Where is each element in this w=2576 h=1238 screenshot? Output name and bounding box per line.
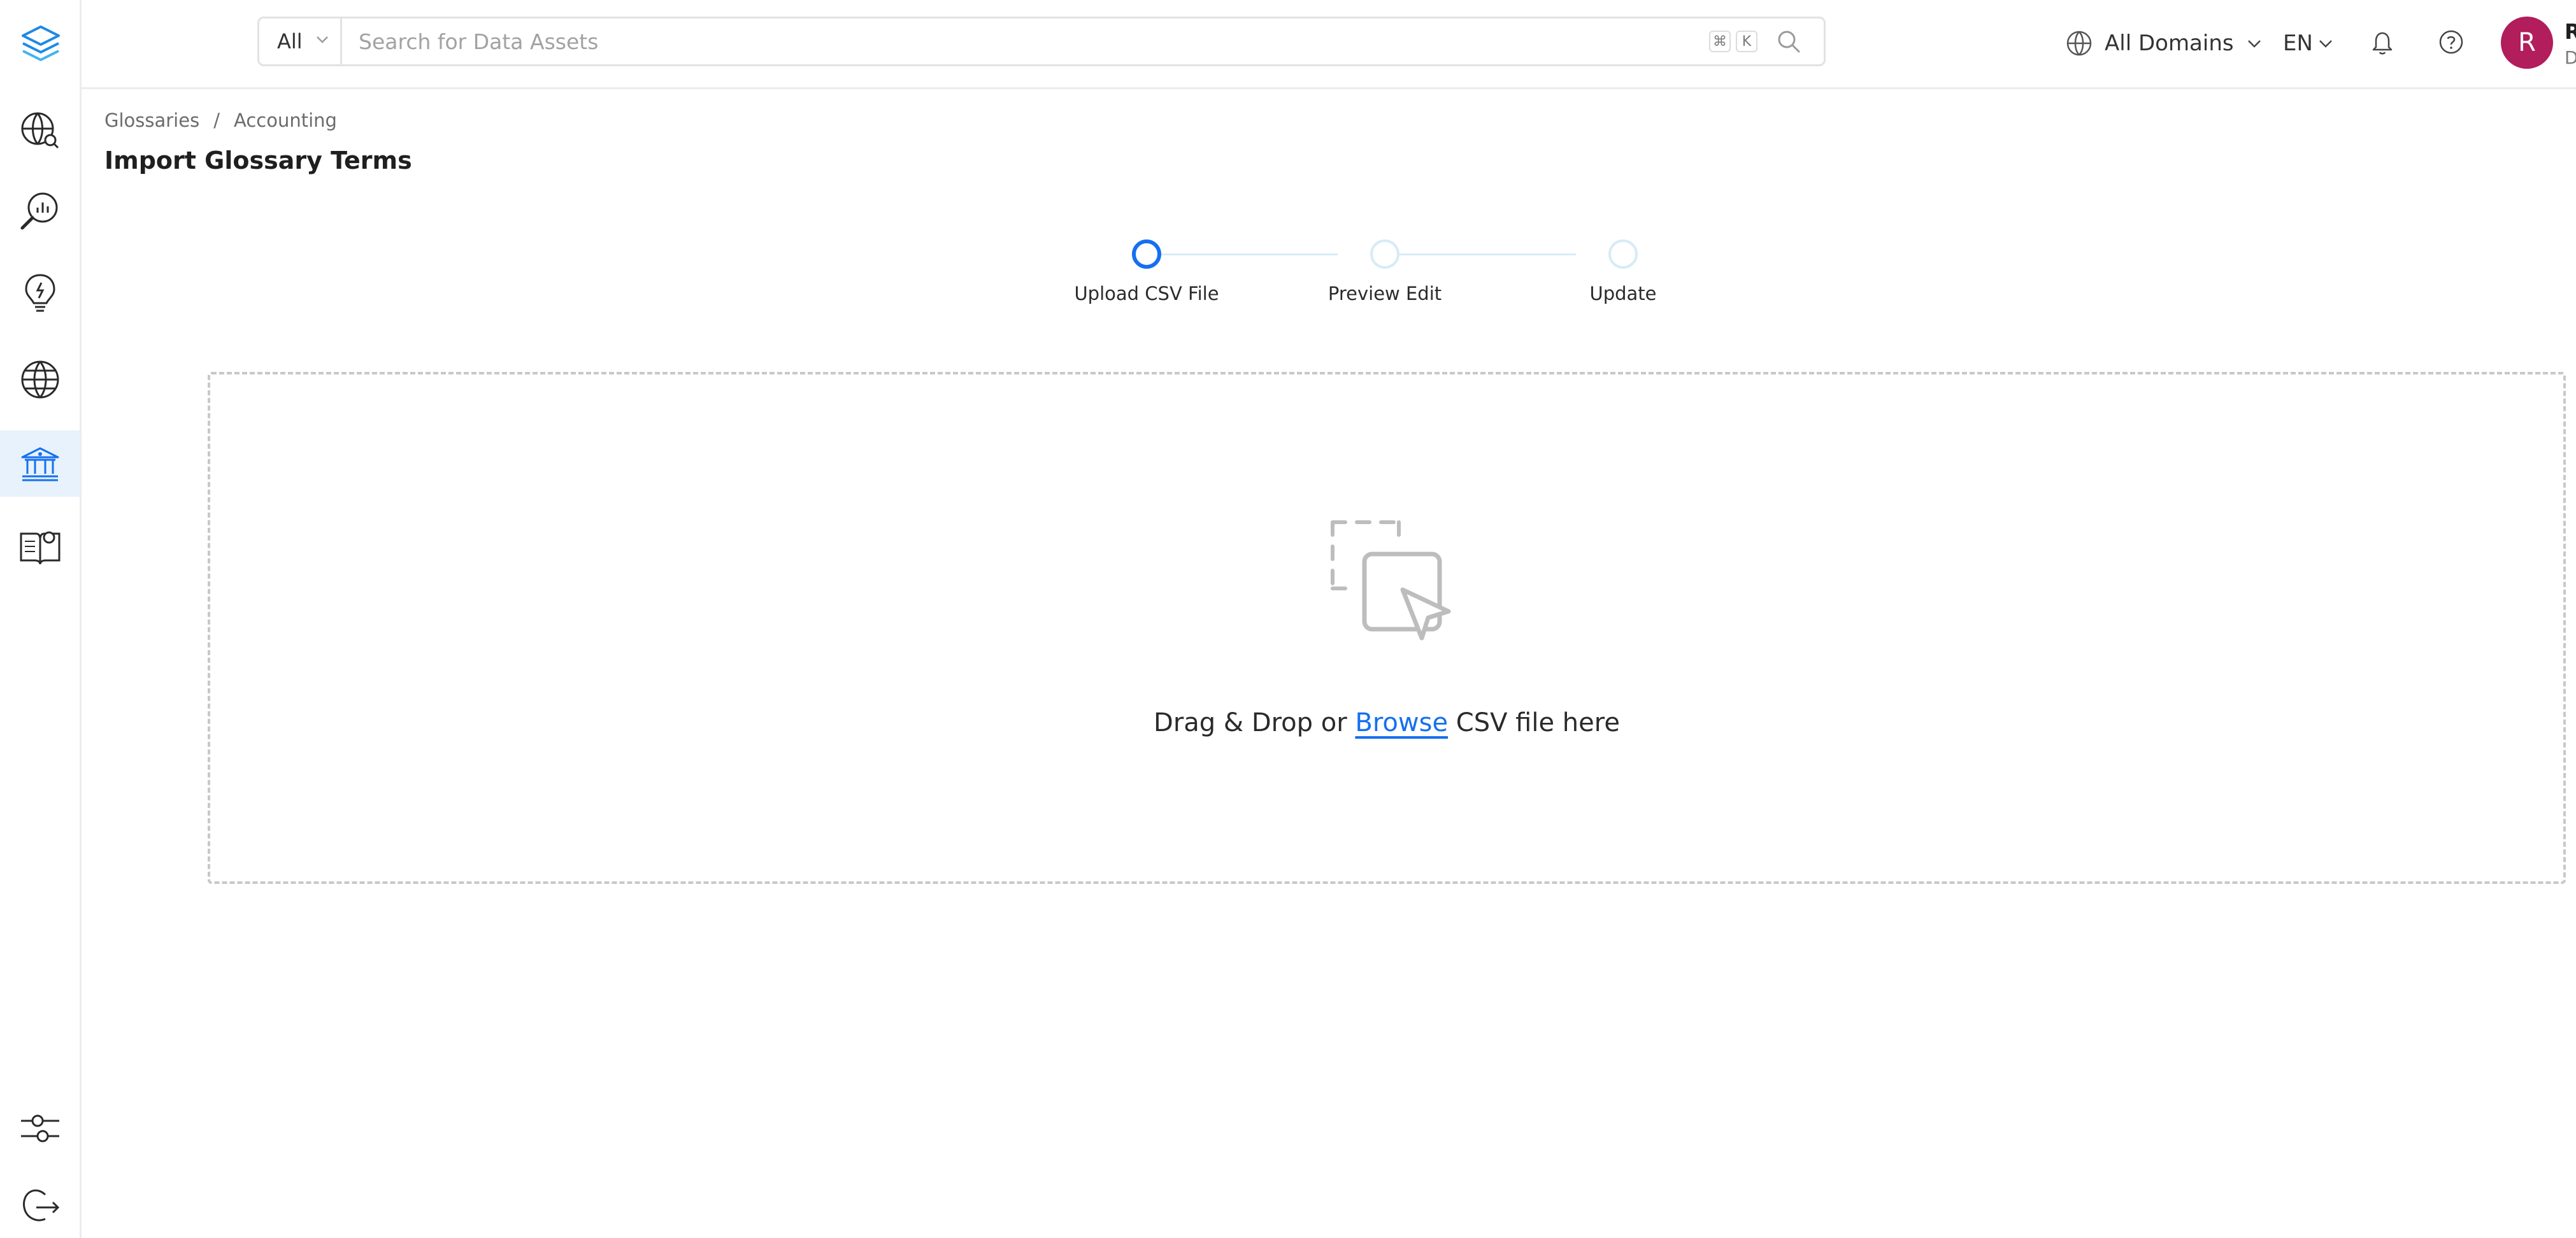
search-input[interactable] <box>342 18 1709 64</box>
sidebar-item-explore[interactable] <box>0 97 80 163</box>
step-update-indicator <box>1608 239 1638 269</box>
breadcrumb-item-glossaries[interactable]: Glossaries <box>104 110 199 131</box>
knowledge-icon <box>20 531 60 565</box>
sidebar-item-domains[interactable] <box>0 346 80 413</box>
logout-icon <box>22 1189 59 1221</box>
globe-icon <box>2066 31 2092 56</box>
sidebar <box>0 0 82 1238</box>
sidebar-item-logout[interactable] <box>0 1174 80 1238</box>
governance-icon <box>21 447 59 481</box>
search-icon[interactable] <box>1771 24 1806 59</box>
step-preview-label: Preview Edit <box>1327 283 1442 304</box>
avatar[interactable]: R <box>2501 17 2553 69</box>
help-icon[interactable] <box>2433 24 2469 60</box>
shortcut-key-k: K <box>1736 31 1757 52</box>
search-scope-label: All <box>277 29 303 53</box>
step-upload-label: Upload CSV File <box>1074 283 1219 304</box>
notifications-bell-icon[interactable] <box>2365 24 2400 60</box>
browse-link[interactable]: Browse <box>1355 708 1448 737</box>
step-connector <box>1147 253 1338 255</box>
dropzone-instructions: Drag & Drop or Browse CSV file here <box>210 708 2563 737</box>
domain-selector-label: All Domains <box>2105 31 2234 56</box>
search-scope-dropdown[interactable]: All <box>259 18 342 64</box>
domain-selector[interactable]: All Domains <box>2065 25 2263 61</box>
sidebar-item-settings[interactable] <box>0 1095 80 1162</box>
dropzone-text-prefix: Drag & Drop or <box>1154 708 1356 737</box>
top-navbar: All ⌘ K All Domains EN <box>82 0 2576 89</box>
csv-dropzone[interactable]: Drag & Drop or Browse CSV file here <box>208 372 2566 884</box>
sidebar-item-insights[interactable] <box>0 260 80 326</box>
user-name[interactable]: Rounakpreet <box>2565 19 2576 44</box>
global-search: All ⌘ K <box>257 17 1826 66</box>
sidebar-item-governance[interactable] <box>0 430 80 497</box>
chevron-down-icon <box>2319 40 2332 48</box>
breadcrumb-item-accounting[interactable]: Accounting <box>234 110 337 131</box>
breadcrumb-separator: / <box>213 110 220 131</box>
sidebar-item-data-quality[interactable] <box>0 178 80 245</box>
step-preview-indicator <box>1370 239 1399 269</box>
domains-icon <box>21 360 59 399</box>
drag-drop-file-icon <box>1326 516 1454 643</box>
language-selector[interactable]: EN <box>2283 25 2335 61</box>
data-quality-icon <box>20 192 57 230</box>
user-role: Data Steward <box>2565 47 2576 68</box>
app-logo-icon[interactable] <box>14 18 68 71</box>
sidebar-item-knowledge[interactable] <box>0 515 80 581</box>
settings-sliders-icon <box>20 1114 59 1142</box>
step-connector <box>1385 253 1576 255</box>
insights-icon <box>24 274 55 312</box>
chevron-down-icon <box>314 31 331 52</box>
step-update-label: Update <box>1589 283 1657 304</box>
breadcrumb: Glossaries / Accounting <box>104 110 337 131</box>
step-upload-indicator <box>1132 239 1161 269</box>
page-title: Import Glossary Terms <box>104 146 412 174</box>
import-stepper: Upload CSV File Preview Edit Update <box>1057 237 1694 313</box>
chevron-down-icon <box>2247 40 2261 48</box>
shortcut-key-cmd: ⌘ <box>1709 31 1731 52</box>
language-label: EN <box>2283 31 2313 56</box>
explore-icon <box>21 112 59 149</box>
dropzone-text-suffix: CSV file here <box>1448 708 1620 737</box>
